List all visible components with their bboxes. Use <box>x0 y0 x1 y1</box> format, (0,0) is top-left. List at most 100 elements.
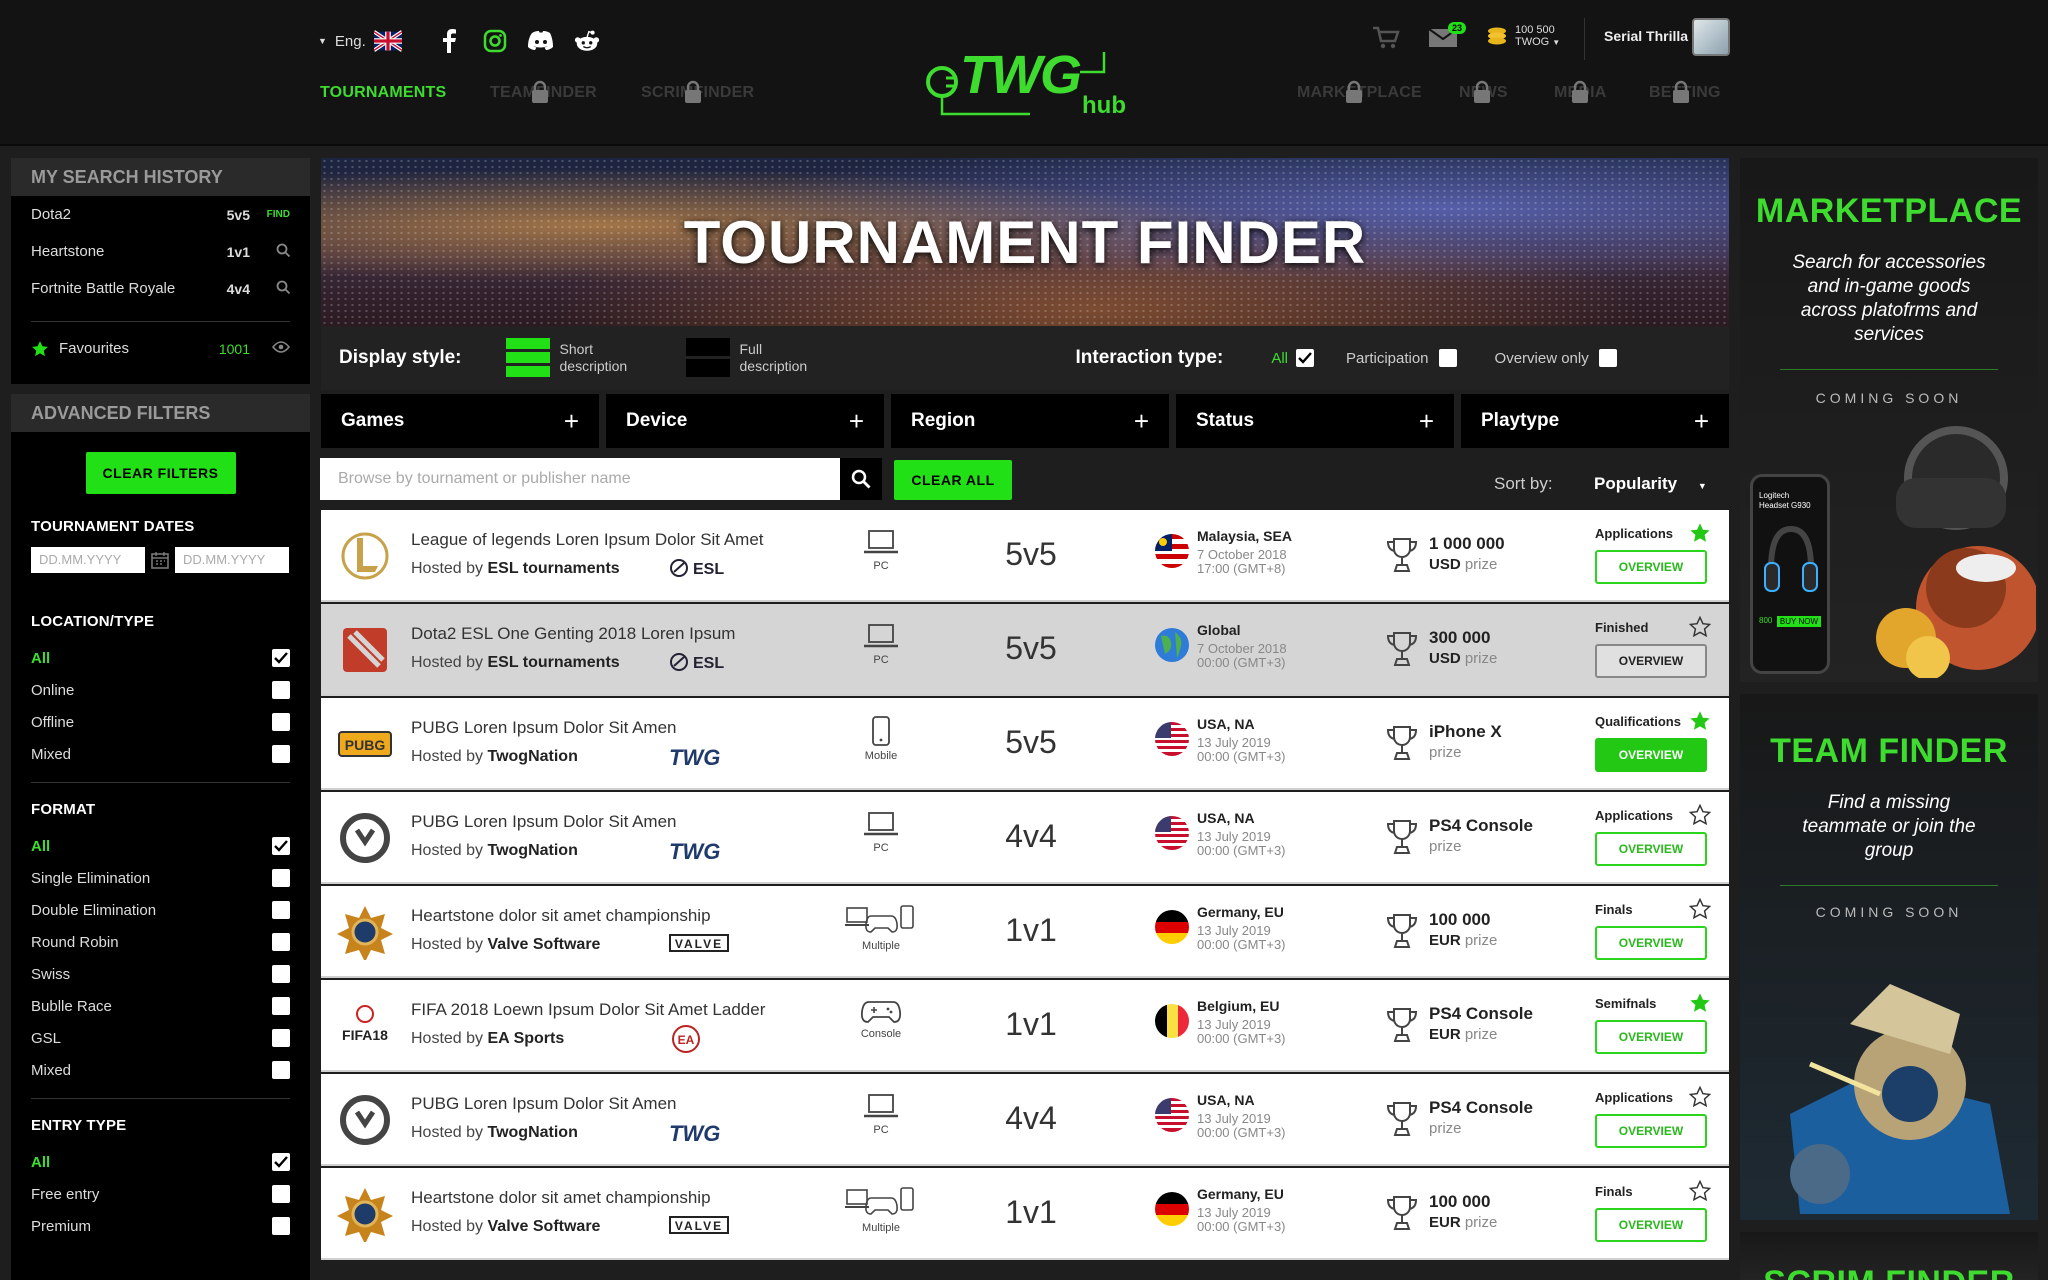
star-outline-icon[interactable] <box>1688 897 1712 920</box>
favourite-toggle[interactable] <box>1689 992 1711 1019</box>
tournament-title[interactable]: Heartstone dolor sit amet championship <box>411 906 711 926</box>
scrim-finder-ad[interactable]: SCRIM FINDER <box>1740 1232 2038 1280</box>
discord-icon[interactable] <box>528 28 554 54</box>
favourite-toggle[interactable] <box>1688 1085 1712 1113</box>
filter-dropdown-status[interactable]: Status + <box>1176 394 1454 448</box>
username[interactable]: Serial Thrilla <box>1604 28 1688 44</box>
checkbox[interactable] <box>272 965 290 983</box>
filter-option[interactable]: Free entry <box>11 1178 310 1210</box>
nav-scrimfinder[interactable]: SCRIMFINDER <box>641 80 754 103</box>
star-outline-icon[interactable] <box>1688 803 1712 826</box>
favourite-toggle[interactable] <box>1689 710 1711 737</box>
history-item[interactable]: Fortnite Battle Royale 4v4 <box>11 270 310 307</box>
filter-dropdown-region[interactable]: Region + <box>891 394 1169 448</box>
sort-select[interactable]: Popularity ▼ <box>1594 474 1707 494</box>
filter-option[interactable]: Mixed <box>11 1054 310 1086</box>
date-to-input[interactable]: DD.MM.YYYY <box>175 547 289 573</box>
nav-betting[interactable]: BETTING <box>1649 80 1721 103</box>
overview-button[interactable]: OVERVIEW <box>1595 926 1707 960</box>
checkbox[interactable] <box>272 997 290 1015</box>
checkbox[interactable] <box>272 681 290 699</box>
filter-option[interactable]: All <box>11 830 310 862</box>
calendar-icon[interactable] <box>151 551 169 569</box>
tournament-row[interactable]: Heartstone dolor sit amet championship Ho… <box>321 886 1729 978</box>
instagram-icon[interactable] <box>482 28 508 54</box>
overview-button[interactable]: OVERVIEW <box>1595 738 1707 772</box>
history-item[interactable]: Heartstone 1v1 <box>11 233 310 270</box>
checkbox-checked[interactable] <box>1295 349 1314 367</box>
filter-option[interactable]: Round Robin <box>11 926 310 958</box>
marketplace-ad[interactable]: MARKETPLACE Search for accessories and i… <box>1740 158 2038 682</box>
checkbox[interactable] <box>272 745 290 763</box>
checkbox[interactable] <box>1438 349 1457 367</box>
search-icon[interactable] <box>250 280 291 297</box>
tournament-title[interactable]: Dota2 ESL One Genting 2018 Loren Ipsum <box>411 624 735 644</box>
reddit-icon[interactable] <box>574 28 600 54</box>
tournament-title[interactable]: PUBG Loren Ipsum Dolor Sit Amen <box>411 812 677 832</box>
overview-only-option[interactable]: Overview only <box>1495 349 1617 367</box>
favourites-row[interactable]: Favourites 1001 <box>11 330 310 367</box>
clear-filters-button[interactable]: CLEAR FILTERS <box>85 452 236 494</box>
star-outline-icon[interactable] <box>1688 615 1712 638</box>
search-button[interactable] <box>840 458 882 500</box>
overview-button[interactable]: OVERVIEW <box>1595 550 1707 584</box>
find-link[interactable]: FIND <box>250 209 290 220</box>
interaction-all-option[interactable]: All <box>1271 349 1314 367</box>
favourite-toggle[interactable] <box>1689 522 1711 549</box>
checkbox[interactable] <box>272 933 290 951</box>
short-description-option[interactable]: Short description <box>505 338 650 378</box>
nav-teamfinder[interactable]: TEAMFINDER <box>490 80 597 103</box>
facebook-icon[interactable] <box>436 28 462 54</box>
overview-button[interactable]: OVERVIEW <box>1595 1020 1707 1054</box>
checkbox[interactable] <box>272 1061 290 1079</box>
star-outline-icon[interactable] <box>1688 1179 1712 1202</box>
team-finder-ad[interactable]: TEAM FINDER Find a missing teammate or j… <box>1740 694 2038 1220</box>
favourite-toggle[interactable] <box>1688 615 1712 643</box>
tournament-row[interactable]: PUBG PUBG Loren Ipsum Dolor Sit Amen Hoste… <box>321 698 1729 790</box>
filter-option[interactable]: Online <box>11 674 310 706</box>
tournament-row[interactable]: Dota2 ESL One Genting 2018 Loren Ipsum Ho… <box>321 604 1729 696</box>
filter-option[interactable]: Offline <box>11 706 310 738</box>
favourite-toggle[interactable] <box>1688 897 1712 925</box>
star-filled-icon[interactable] <box>1689 522 1711 544</box>
search-icon[interactable] <box>250 243 291 260</box>
tournament-row[interactable]: FIFA18 FIFA 2018 Loewn Ipsum Dolor Sit Am… <box>321 980 1729 1072</box>
overview-button[interactable]: OVERVIEW <box>1595 644 1707 678</box>
checkbox[interactable] <box>272 1217 290 1235</box>
checkbox-checked[interactable] <box>272 837 290 855</box>
eye-icon[interactable] <box>250 341 291 356</box>
tournament-row[interactable]: PUBG Loren Ipsum Dolor Sit Amen Hosted by… <box>321 1074 1729 1166</box>
filter-option[interactable]: Mixed <box>11 738 310 770</box>
favourite-toggle[interactable] <box>1688 1179 1712 1207</box>
checkbox[interactable] <box>272 1029 290 1047</box>
filter-option[interactable]: Swiss <box>11 958 310 990</box>
twg-hub-logo[interactable]: TWG hub <box>924 40 1126 124</box>
checkbox[interactable] <box>1598 349 1617 367</box>
participation-option[interactable]: Participation <box>1346 349 1457 367</box>
filter-dropdown-device[interactable]: Device + <box>606 394 884 448</box>
checkbox[interactable] <box>272 869 290 887</box>
star-filled-icon[interactable] <box>1689 710 1711 732</box>
filter-option[interactable]: Double Elimination <box>11 894 310 926</box>
clear-all-button[interactable]: CLEAR ALL <box>894 460 1012 500</box>
avatar[interactable] <box>1692 18 1730 56</box>
tournament-row[interactable]: Heartstone dolor sit amet championship Ho… <box>321 1168 1729 1260</box>
filter-dropdown-playtype[interactable]: Playtype + <box>1461 394 1729 448</box>
tournament-title[interactable]: Heartstone dolor sit amet championship <box>411 1188 711 1208</box>
filter-option[interactable]: Bublle Race <box>11 990 310 1022</box>
tournament-title[interactable]: League of legends Loren Ipsum Dolor Sit … <box>411 530 764 550</box>
checkbox[interactable] <box>272 1185 290 1203</box>
filter-option[interactable]: GSL <box>11 1022 310 1054</box>
tournament-title[interactable]: PUBG Loren Ipsum Dolor Sit Amen <box>411 718 677 738</box>
filter-option[interactable]: Single Elimination <box>11 862 310 894</box>
full-description-option[interactable]: Full description <box>685 338 830 378</box>
history-item[interactable]: Dota2 5v5 FIND <box>11 196 310 233</box>
date-from-input[interactable]: DD.MM.YYYY <box>31 547 145 573</box>
tournament-title[interactable]: PUBG Loren Ipsum Dolor Sit Amen <box>411 1094 677 1114</box>
filter-option[interactable]: All <box>11 1146 310 1178</box>
filter-dropdown-games[interactable]: Games + <box>321 394 599 448</box>
checkbox-checked[interactable] <box>272 1153 290 1171</box>
checkbox-checked[interactable] <box>272 649 290 667</box>
tournament-search-input[interactable]: Browse by tournament or publisher name <box>320 458 840 500</box>
star-outline-icon[interactable] <box>1688 1085 1712 1108</box>
